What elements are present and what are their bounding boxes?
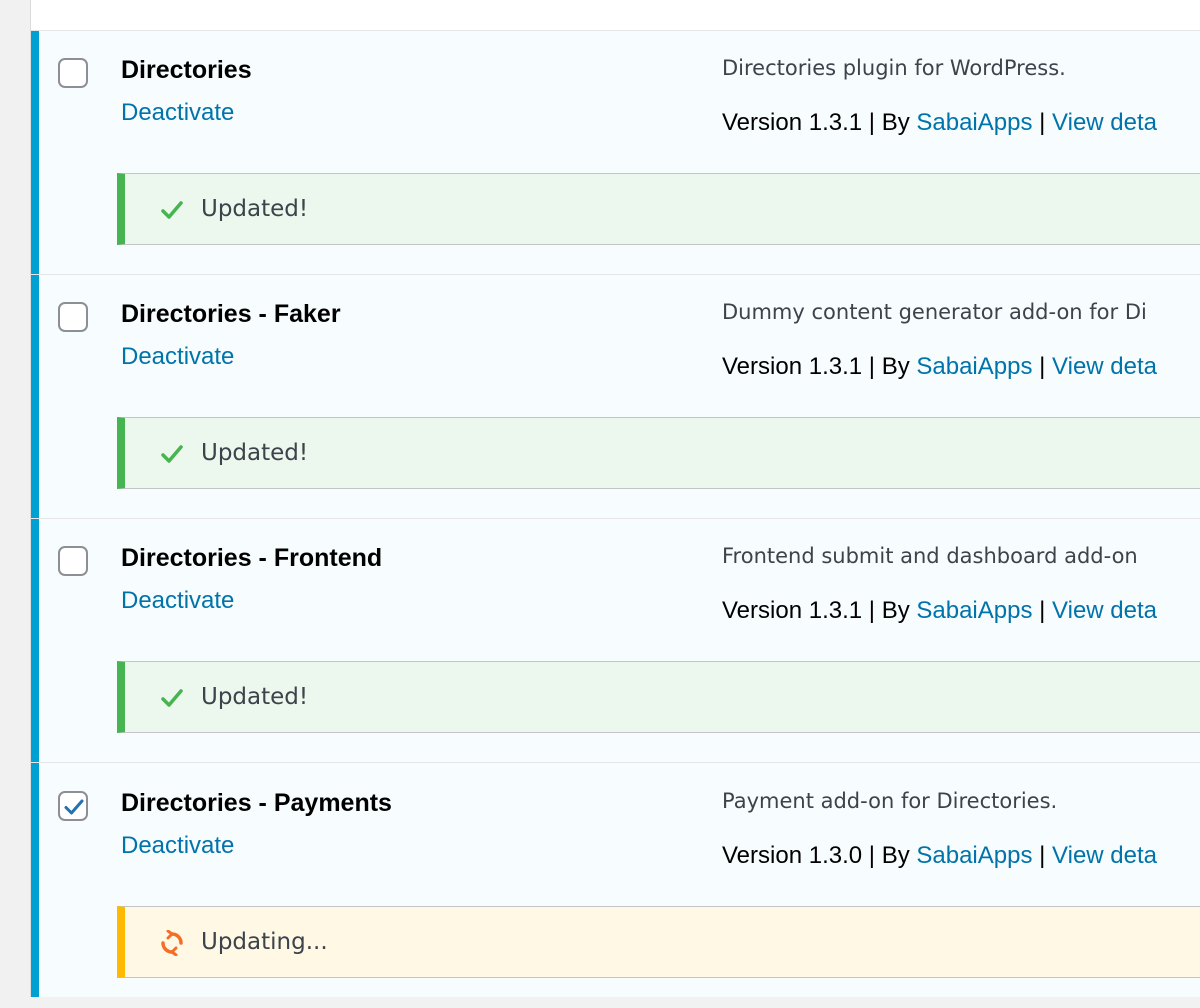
meta-separator: | bbox=[868, 353, 876, 380]
checkmark-icon bbox=[161, 689, 183, 707]
update-notice-success: Updated! bbox=[117, 661, 1200, 733]
plugin-row-directories-payments: Directories - Payments Deactivate Paymen… bbox=[31, 764, 1200, 1008]
meta-separator: | bbox=[1039, 842, 1046, 869]
plugin-name: Directories - Frontend bbox=[121, 544, 383, 572]
checkmark-icon bbox=[161, 445, 183, 463]
meta-separator: | bbox=[868, 597, 876, 624]
by-label: By bbox=[881, 109, 910, 136]
update-status-text: Updated! bbox=[201, 440, 309, 466]
plugin-row-directories-faker: Directories - Faker Deactivate Dummy con… bbox=[31, 275, 1200, 519]
meta-separator: | bbox=[1039, 597, 1046, 624]
update-spinner-icon bbox=[161, 930, 183, 956]
plugin-description: Frontend submit and dashboard add-on bbox=[722, 544, 1138, 568]
view-details-link[interactable]: View deta bbox=[1052, 353, 1157, 380]
plugin-description: Directories plugin for WordPress. bbox=[722, 56, 1066, 80]
view-details-link[interactable]: View deta bbox=[1052, 597, 1157, 624]
checkbox-check-icon bbox=[64, 799, 84, 815]
meta-separator: | bbox=[1039, 353, 1046, 380]
plugin-version: Version 1.3.1 bbox=[722, 109, 863, 136]
by-label: By bbox=[881, 353, 910, 380]
author-link[interactable]: SabaiApps bbox=[916, 597, 1032, 624]
meta-separator: | bbox=[1039, 109, 1046, 136]
plugin-name: Directories bbox=[121, 56, 252, 84]
plugin-meta: Version 1.3.0 | By SabaiApps | View deta bbox=[722, 842, 1157, 870]
plugin-version: Version 1.3.0 bbox=[722, 842, 863, 869]
update-notice-success: Updated! bbox=[117, 173, 1200, 245]
table-top-row bbox=[31, 0, 1200, 31]
deactivate-link[interactable]: Deactivate bbox=[121, 343, 234, 371]
deactivate-link[interactable]: Deactivate bbox=[121, 587, 234, 615]
plugin-meta: Version 1.3.1 | By SabaiApps | View deta bbox=[722, 597, 1157, 625]
plugin-version: Version 1.3.1 bbox=[722, 353, 863, 380]
plugin-row-directories-frontend: Directories - Frontend Deactivate Fronte… bbox=[31, 519, 1200, 763]
row-divider bbox=[31, 762, 1200, 763]
checkmark-icon bbox=[161, 201, 183, 219]
by-label: By bbox=[881, 842, 910, 869]
update-notice-updating: Updating... bbox=[117, 906, 1200, 978]
plugin-description: Payment add-on for Directories. bbox=[722, 789, 1058, 813]
deactivate-link[interactable]: Deactivate bbox=[121, 99, 234, 127]
plugin-select-checkbox-checked[interactable] bbox=[58, 791, 88, 821]
view-details-link[interactable]: View deta bbox=[1052, 842, 1157, 869]
view-details-link[interactable]: View deta bbox=[1052, 109, 1157, 136]
by-label: By bbox=[881, 597, 910, 624]
plugin-description: Dummy content generator add-on for Di bbox=[722, 300, 1147, 324]
author-link[interactable]: SabaiApps bbox=[916, 842, 1032, 869]
plugin-select-checkbox[interactable] bbox=[58, 546, 88, 576]
author-link[interactable]: SabaiApps bbox=[916, 353, 1032, 380]
meta-separator: | bbox=[868, 842, 876, 869]
plugins-table: Directories Deactivate Directories plugi… bbox=[30, 0, 1200, 997]
plugin-version: Version 1.3.1 bbox=[722, 597, 863, 624]
plugin-meta: Version 1.3.1 | By SabaiApps | View deta bbox=[722, 109, 1157, 137]
plugin-name: Directories - Faker bbox=[121, 300, 341, 328]
author-link[interactable]: SabaiApps bbox=[916, 109, 1032, 136]
plugin-select-checkbox[interactable] bbox=[58, 58, 88, 88]
plugin-name: Directories - Payments bbox=[121, 789, 392, 817]
update-status-text: Updated! bbox=[201, 684, 309, 710]
update-status-text: Updated! bbox=[201, 196, 309, 222]
plugin-meta: Version 1.3.1 | By SabaiApps | View deta bbox=[722, 353, 1157, 381]
meta-separator: | bbox=[868, 109, 876, 136]
plugin-select-checkbox[interactable] bbox=[58, 302, 88, 332]
plugin-row-directories: Directories Deactivate Directories plugi… bbox=[31, 31, 1200, 275]
deactivate-link[interactable]: Deactivate bbox=[121, 832, 234, 860]
update-notice-success: Updated! bbox=[117, 417, 1200, 489]
update-status-text: Updating... bbox=[201, 929, 328, 955]
